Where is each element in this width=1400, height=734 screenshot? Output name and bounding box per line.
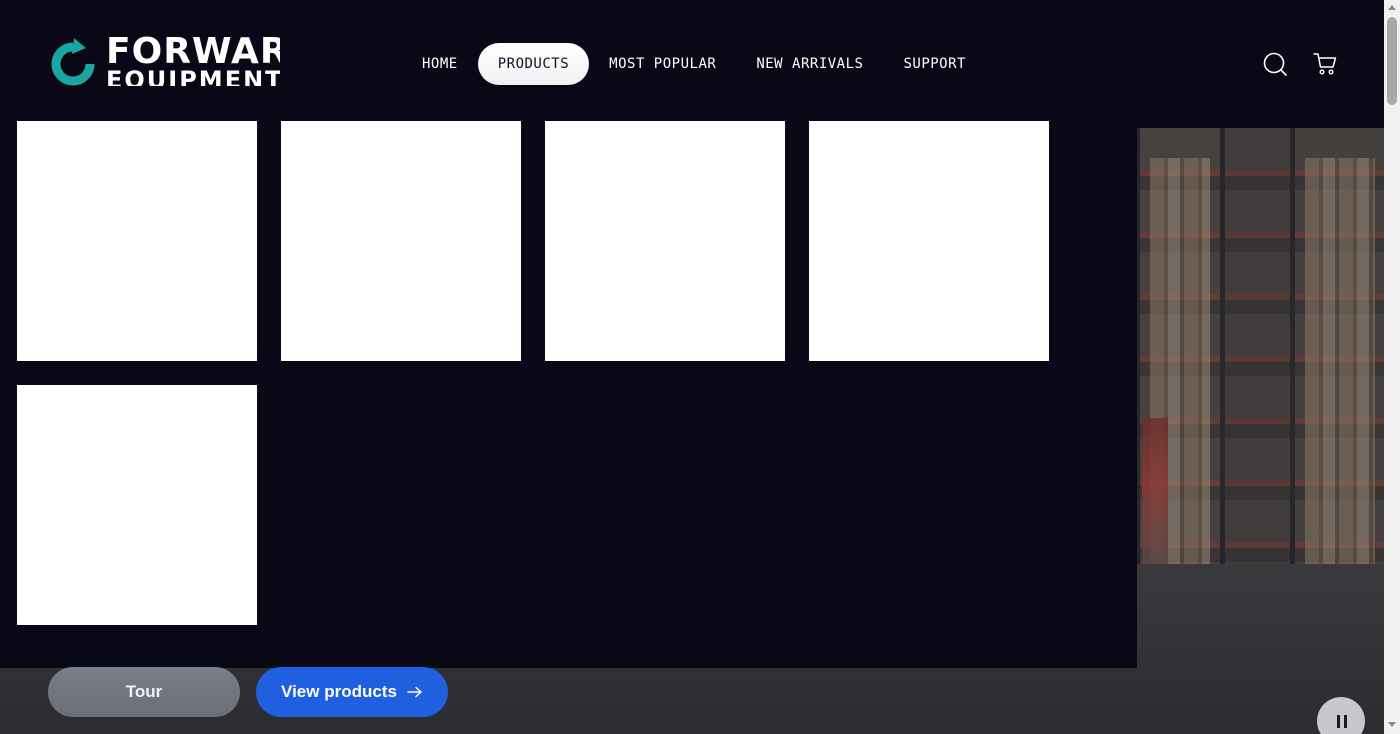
page: FORWARD EQUIPMENT HOME PRODUCTS MOST POP… bbox=[0, 0, 1400, 734]
nav-item-home[interactable]: HOME bbox=[402, 43, 478, 85]
main-nav: HOME PRODUCTS MOST POPULAR NEW ARRIVALS … bbox=[402, 43, 986, 85]
product-tile[interactable] bbox=[17, 121, 257, 361]
product-tile[interactable] bbox=[545, 121, 785, 361]
search-icon bbox=[1263, 52, 1287, 76]
brand-logo[interactable]: FORWARD EQUIPMENT bbox=[48, 36, 280, 86]
cart-button[interactable] bbox=[1312, 51, 1338, 77]
nav-item-support[interactable]: SUPPORT bbox=[883, 43, 986, 85]
scroll-down-arrow-icon[interactable] bbox=[1388, 722, 1396, 727]
nav-item-new-arrivals[interactable]: NEW ARRIVALS bbox=[736, 43, 883, 85]
warehouse-forklift bbox=[1142, 418, 1168, 588]
nav-item-most-popular[interactable]: MOST POPULAR bbox=[589, 43, 736, 85]
pause-icon bbox=[1337, 715, 1340, 728]
products-mega-menu bbox=[0, 121, 1137, 668]
warehouse-rack bbox=[1225, 128, 1290, 588]
view-products-label: View products bbox=[281, 682, 397, 701]
logo-refresh-icon bbox=[51, 38, 95, 86]
product-tile[interactable] bbox=[17, 385, 257, 625]
view-products-button[interactable]: View products bbox=[256, 667, 448, 717]
search-button[interactable] bbox=[1262, 51, 1288, 77]
pause-icon bbox=[1344, 715, 1347, 728]
logo-subtext: EQUIPMENT bbox=[106, 66, 280, 86]
scroll-up-arrow-icon[interactable] bbox=[1388, 5, 1396, 10]
tour-button[interactable]: Tour bbox=[48, 667, 240, 717]
nav-item-products[interactable]: PRODUCTS bbox=[477, 43, 590, 85]
site-header: FORWARD EQUIPMENT HOME PRODUCTS MOST POP… bbox=[0, 0, 1384, 128]
page-scrollbar[interactable] bbox=[1384, 0, 1400, 734]
arrow-right-icon bbox=[407, 686, 422, 698]
scrollbar-thumb[interactable] bbox=[1387, 17, 1397, 105]
product-tile[interactable] bbox=[809, 121, 1049, 361]
cart-icon bbox=[1313, 53, 1337, 75]
warehouse-boxes bbox=[1305, 158, 1375, 578]
product-tile[interactable] bbox=[281, 121, 521, 361]
